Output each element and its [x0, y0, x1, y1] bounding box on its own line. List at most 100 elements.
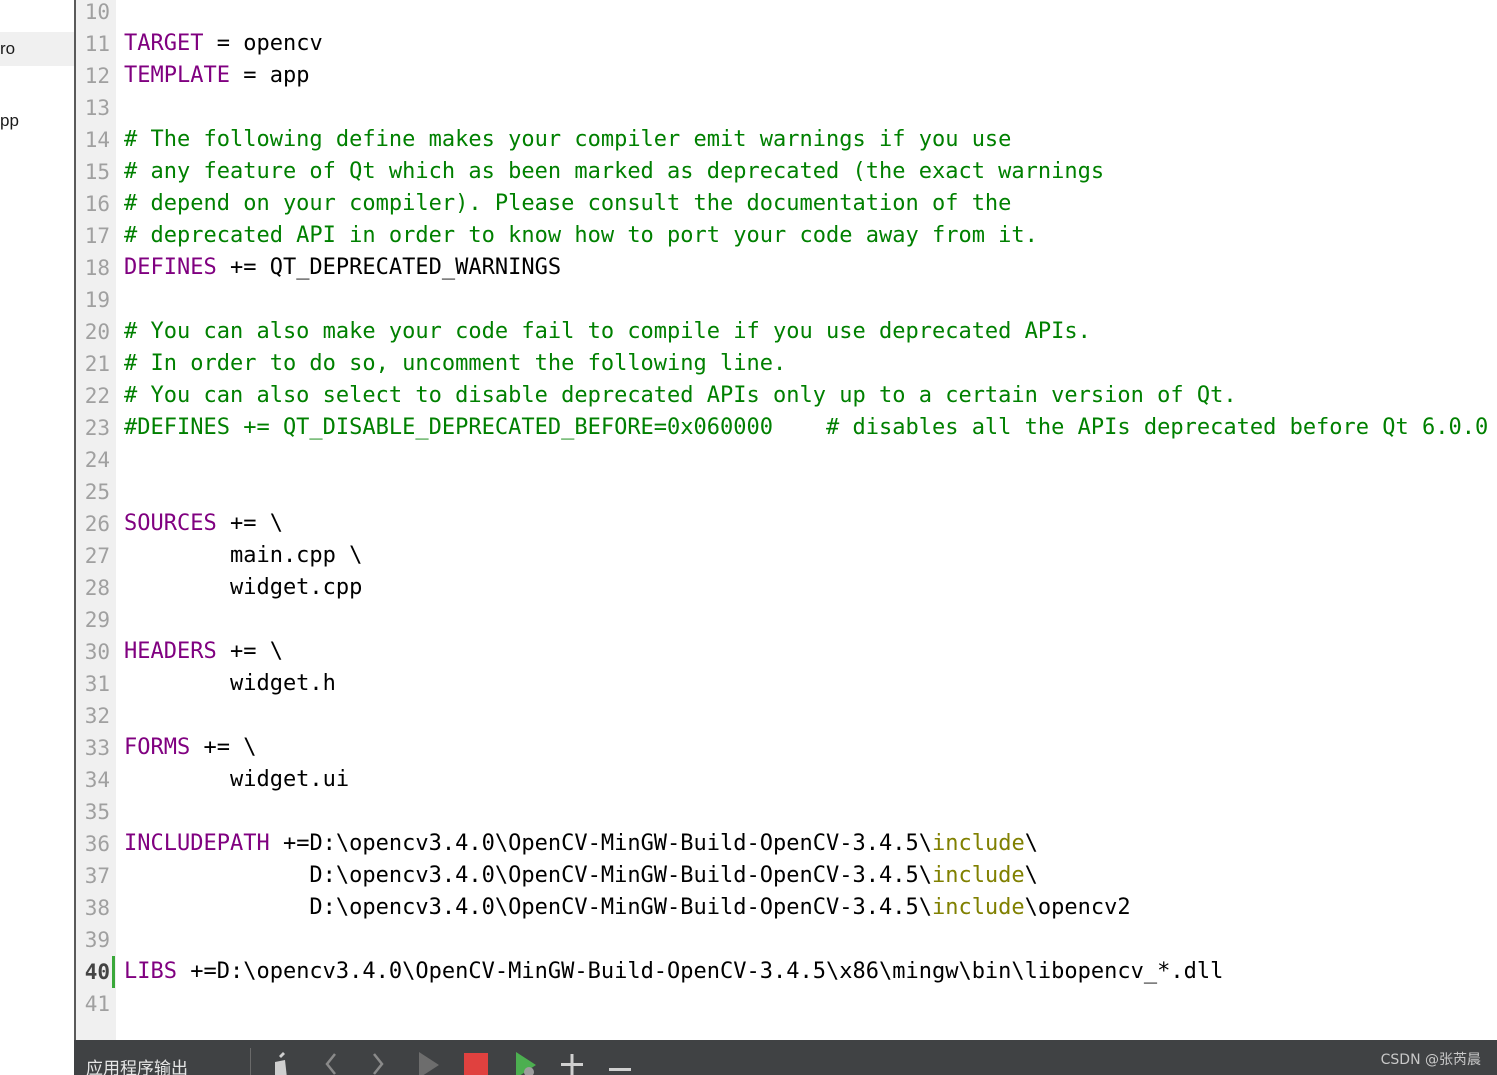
comment-token: # any feature of Qt which as been marked… [124, 159, 1105, 184]
run-icon[interactable] [413, 1048, 443, 1075]
line-number: 20 [84, 320, 110, 344]
code-line[interactable]: 14 # The following define makes your comp… [76, 124, 1497, 156]
keyword-token: TEMPLATE [124, 63, 230, 88]
code-line[interactable]: 35 [76, 796, 1497, 828]
line-number: 39 [84, 928, 110, 952]
code-line[interactable]: 20 # You can also make your code fail to … [76, 316, 1497, 348]
line-number: 11 [84, 32, 110, 56]
line-number: 21 [84, 352, 110, 376]
line-number: 26 [84, 512, 110, 536]
text-token: +=D:\opencv3.4.0\OpenCV-MinGW-Build-Open… [269, 831, 932, 856]
line-number: 31 [84, 672, 110, 696]
stop-icon[interactable] [462, 1048, 492, 1075]
code-text: widget.h [124, 668, 336, 700]
text-token: main.cpp \ [124, 543, 363, 568]
code-line[interactable]: 25 [76, 476, 1497, 508]
code-line[interactable]: 24 [76, 444, 1497, 476]
code-line[interactable]: 30 HEADERS += \ [76, 636, 1497, 668]
code-line[interactable]: 31 widget.h [76, 668, 1497, 700]
application-output-tab[interactable]: 应用程序输出 [86, 1054, 188, 1075]
code-line[interactable]: 21 # In order to do so, uncomment the fol… [76, 348, 1497, 380]
code-line[interactable]: 36 INCLUDEPATH +=D:\opencv3.4.0\OpenCV-Mi… [76, 828, 1497, 860]
comment-token: # You can also make your code fail to co… [124, 319, 1091, 344]
code-text: widget.cpp [124, 572, 362, 604]
keyword-token: SOURCES [124, 511, 217, 536]
keyword-token: HEADERS [124, 639, 217, 664]
code-text: FORMS += \ [124, 732, 256, 764]
text-token: \opencv2 [1024, 895, 1131, 920]
code-line[interactable]: 41 [76, 988, 1497, 1020]
text-token: += \ [190, 735, 257, 760]
text-token: += \ [216, 511, 283, 536]
tree-item-cpp-file[interactable]: pp [0, 104, 74, 138]
comment-token: # depend on your compiler). Please consu… [124, 191, 1012, 216]
keyword-token: INCLUDEPATH [124, 831, 270, 856]
code-text: INCLUDEPATH +=D:\opencv3.4.0\OpenCV-MinG… [124, 828, 1038, 860]
code-text: D:\opencv3.4.0\OpenCV-MinGW-Build-OpenCV… [124, 860, 1038, 892]
keyword-token: FORMS [124, 735, 191, 760]
code-line[interactable]: 37 D:\opencv3.4.0\OpenCV-MinGW-Build-Ope… [76, 860, 1497, 892]
code-line[interactable]: 39 [76, 924, 1497, 956]
code-text: TARGET = opencv [124, 28, 323, 60]
code-text: D:\opencv3.4.0\OpenCV-MinGW-Build-OpenCV… [124, 892, 1131, 924]
code-line[interactable]: 23 #DEFINES += QT_DISABLE_DEPRECATED_BEFO… [76, 412, 1497, 444]
text-token: \ [1024, 831, 1038, 856]
code-line[interactable]: 18 DEFINES += QT_DEPRECATED_WARNINGS [76, 252, 1497, 284]
code-text: LIBS +=D:\opencv3.4.0\OpenCV-MinGW-Build… [124, 956, 1223, 988]
code-editor[interactable]: 10 11 TARGET = opencv 12 TEMPLATE = app 13 14 #… [76, 0, 1497, 1040]
debug-run-icon[interactable] [510, 1048, 540, 1075]
line-number: 35 [84, 800, 110, 824]
clear-icon[interactable] [269, 1048, 299, 1075]
text-token: D:\opencv3.4.0\OpenCV-MinGW-Build-OpenCV… [124, 863, 932, 888]
text-token: += \ [216, 639, 283, 664]
text-token: \ [1024, 863, 1038, 888]
comment-token: # You can also select to disable depreca… [124, 383, 1237, 408]
code-line[interactable]: 34 widget.ui [76, 764, 1497, 796]
line-number: 33 [84, 736, 110, 760]
code-line[interactable]: 38 D:\opencv3.4.0\OpenCV-MinGW-Build-Ope… [76, 892, 1497, 924]
line-number: 17 [84, 224, 110, 248]
line-number: 22 [84, 384, 110, 408]
code-line[interactable]: 22 # You can also select to disable depre… [76, 380, 1497, 412]
comment-token: # In order to do so, uncomment the follo… [124, 351, 787, 376]
text-token: = app [229, 63, 310, 88]
code-text: DEFINES += QT_DEPRECATED_WARNINGS [124, 252, 561, 284]
code-line[interactable]: 40 LIBS +=D:\opencv3.4.0\OpenCV-MinGW-Bui… [76, 956, 1497, 988]
code-line[interactable]: 10 [76, 0, 1497, 28]
zoom-out-icon[interactable] [606, 1048, 636, 1075]
code-line[interactable]: 29 [76, 604, 1497, 636]
code-line[interactable]: 26 SOURCES += \ [76, 508, 1497, 540]
code-text: # deprecated API in order to know how to… [124, 220, 1038, 252]
line-number: 15 [84, 160, 110, 184]
code-line[interactable]: 28 widget.cpp [76, 572, 1497, 604]
line-number: 28 [84, 576, 110, 600]
next-icon[interactable] [364, 1048, 394, 1075]
code-line[interactable]: 19 [76, 284, 1497, 316]
line-number: 34 [84, 768, 110, 792]
function-token: include [931, 895, 1025, 920]
code-line[interactable]: 13 [76, 92, 1497, 124]
code-line[interactable]: 17 # deprecated API in order to know how … [76, 220, 1497, 252]
code-text: # In order to do so, uncomment the follo… [124, 348, 786, 380]
code-line[interactable]: 15 # any feature of Qt which as been mark… [76, 156, 1497, 188]
line-number: 29 [84, 608, 110, 632]
line-number: 37 [84, 864, 110, 888]
line-number: 18 [84, 256, 110, 280]
code-line[interactable]: 32 [76, 700, 1497, 732]
prev-icon[interactable] [317, 1048, 347, 1075]
text-token: widget.h [124, 671, 336, 696]
zoom-in-icon[interactable] [558, 1048, 588, 1075]
code-line[interactable]: 27 main.cpp \ [76, 540, 1497, 572]
line-number: 27 [84, 544, 110, 568]
code-line[interactable]: 12 TEMPLATE = app [76, 60, 1497, 92]
code-text: #DEFINES += QT_DISABLE_DEPRECATED_BEFORE… [124, 412, 1488, 444]
code-line[interactable]: 16 # depend on your compiler). Please con… [76, 188, 1497, 220]
current-line-marker [112, 956, 115, 988]
code-text: TEMPLATE = app [124, 60, 309, 92]
line-number: 23 [84, 416, 110, 440]
tree-item-label: pp [0, 111, 19, 130]
code-line[interactable]: 33 FORMS += \ [76, 732, 1497, 764]
code-line[interactable]: 11 TARGET = opencv [76, 28, 1497, 60]
text-token: += QT_DEPRECATED_WARNINGS [216, 255, 562, 280]
tree-item-pro-file[interactable]: ro [0, 32, 74, 66]
